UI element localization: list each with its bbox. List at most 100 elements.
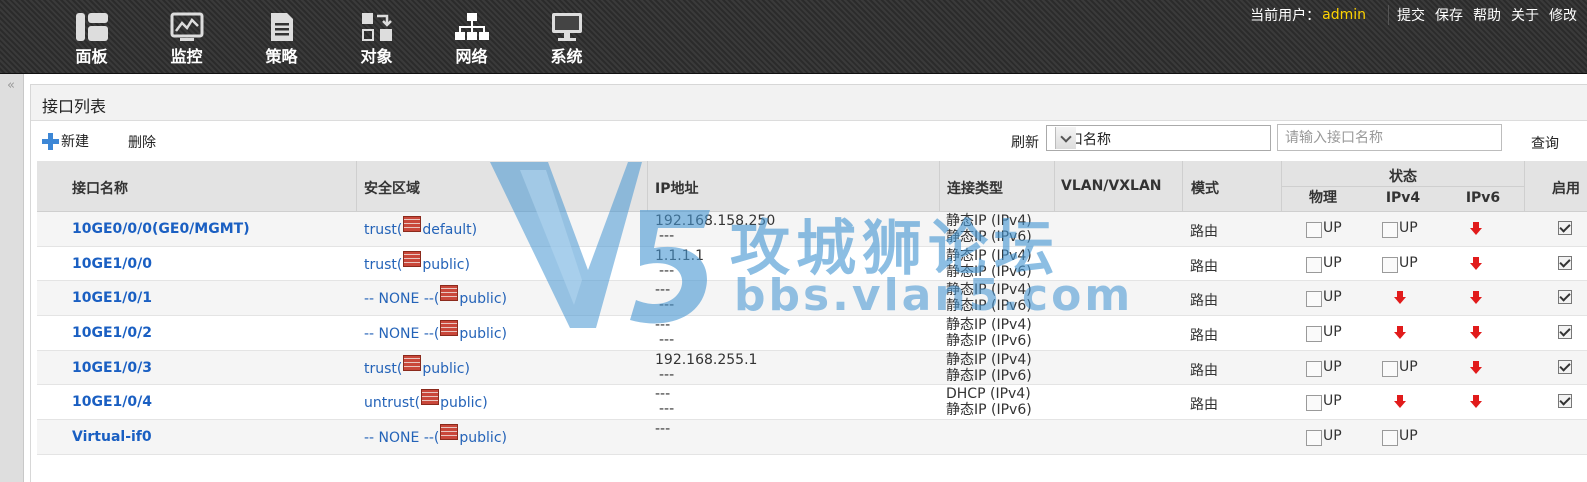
table-row[interactable]: 10GE1/0/3 trust(public) 192.168.255.1 --- 静态…: [37, 350, 1587, 386]
delete-button[interactable]: 删除: [128, 132, 156, 152]
enable-checkbox[interactable]: [1558, 394, 1572, 409]
broken-image-icon: [1306, 291, 1322, 308]
security-zone-link[interactable]: trust(public): [364, 250, 470, 273]
about-link[interactable]: 关于: [1511, 5, 1539, 25]
col-header-ip[interactable]: IP地址: [648, 161, 940, 212]
nav-object[interactable]: 对象: [329, 0, 424, 74]
broken-image-icon: [1306, 256, 1322, 273]
status-ipv4-up: UP: [1382, 220, 1418, 238]
zone-label: trust(: [364, 256, 403, 273]
enable-checkbox[interactable]: [1558, 359, 1572, 374]
commit-link[interactable]: 提交: [1397, 5, 1425, 25]
change-password-link[interactable]: 修改: [1549, 5, 1577, 25]
interface-name-link[interactable]: 10GE1/0/0: [72, 256, 152, 272]
ipv4-address: ---: [655, 421, 671, 438]
status-ipv6-down: [1470, 326, 1482, 340]
virtual-system-icon: [440, 285, 459, 302]
new-button[interactable]: 新建: [42, 131, 89, 151]
table-row[interactable]: 10GE1/0/4 untrust(public) --- --- DHCP (IPv4…: [37, 385, 1587, 421]
vsys-label: public): [440, 395, 488, 412]
security-zone-link[interactable]: untrust(public): [364, 389, 488, 412]
left-sidebar-collapsed: «: [0, 74, 24, 482]
interface-table: 接口名称 安全区域 IP地址 连接类型 VLAN/VXLAN 模式 状态 物理 …: [37, 161, 1587, 455]
status-text: UP: [1399, 428, 1418, 445]
enable-checkbox[interactable]: [1558, 221, 1572, 235]
current-user-label: 当前用户：: [1250, 8, 1321, 24]
status-ipv4-down: [1394, 326, 1406, 340]
table-row[interactable]: 10GE1/0/2 -- NONE --(public) --- --- 静态IP (I…: [37, 316, 1587, 351]
interface-name-link[interactable]: Virtual-if0: [72, 429, 152, 445]
nav-dashboard[interactable]: 面板: [44, 0, 139, 74]
security-zone-link[interactable]: trust(default): [364, 216, 477, 238]
nav-label: 系统: [550, 47, 583, 66]
nav-system[interactable]: 系统: [519, 0, 614, 74]
refresh-button[interactable]: 刷新: [1011, 132, 1039, 152]
table-row[interactable]: Virtual-if0 -- NONE --(public) --- UP UP: [37, 420, 1587, 455]
search-input[interactable]: [1277, 124, 1502, 151]
interface-name-link[interactable]: 10GE1/0/1: [72, 290, 152, 306]
system-icon: [551, 13, 582, 41]
interface-name-link[interactable]: 10GE0/0/0(GE0/MGMT): [72, 221, 250, 237]
status-phys-up: UP: [1306, 289, 1342, 308]
broken-image-icon: [1306, 395, 1322, 412]
col-header-zone[interactable]: 安全区域: [357, 161, 648, 212]
vsys-label: public): [459, 326, 507, 343]
table-row[interactable]: 10GE1/0/1 -- NONE --(public) --- --- 静态IP (I…: [37, 281, 1587, 317]
security-zone-link[interactable]: trust(public): [364, 354, 470, 377]
vsys-label: public): [459, 430, 507, 447]
status-ipv6-down: [1470, 360, 1482, 374]
enable-checkbox[interactable]: [1558, 255, 1572, 270]
table-row[interactable]: 10GE1/0/0 trust(public) 1.1.1.1 --- 静态IP (IP…: [37, 246, 1587, 282]
conn-type-ipv6: 静态IP (IPv6): [946, 229, 1032, 245]
enable-checkbox[interactable]: [1558, 325, 1572, 340]
expand-sidebar-icon[interactable]: «: [7, 78, 15, 93]
col-header-vlan[interactable]: VLAN/VXLAN: [1055, 161, 1183, 212]
interface-name-link[interactable]: 10GE1/0/3: [72, 360, 152, 376]
toolbar: 新建 删除 刷新 接口名称 查询: [31, 121, 1587, 161]
down-arrow-icon: [1470, 326, 1482, 340]
broken-image-icon: [1382, 430, 1398, 447]
security-zone-link[interactable]: -- NONE --(public): [364, 285, 507, 307]
conn-type-ipv4: 静态IP (IPv4): [946, 351, 1032, 368]
nav-label: 网络: [455, 47, 488, 66]
security-zone-link[interactable]: -- NONE --(public): [364, 424, 507, 447]
save-link[interactable]: 保存: [1435, 5, 1463, 25]
interface-name-link[interactable]: 10GE1/0/2: [72, 325, 152, 341]
nav-monitor[interactable]: 监控: [139, 0, 234, 74]
col-header-conn[interactable]: 连接类型: [940, 161, 1055, 212]
broken-image-icon: [1306, 326, 1322, 343]
ipv4-address: 1.1.1.1: [655, 247, 704, 264]
col-header-name[interactable]: 接口名称: [37, 161, 357, 212]
col-header-enable[interactable]: 启用: [1525, 161, 1587, 212]
interface-name-link[interactable]: 10GE1/0/4: [72, 394, 152, 410]
mode-value: 路由: [1190, 328, 1218, 345]
help-link[interactable]: 帮助: [1473, 5, 1501, 25]
down-arrow-icon: [1394, 291, 1406, 305]
virtual-system-icon: [440, 424, 459, 441]
table-row[interactable]: 10GE0/0/0(GE0/MGMT) trust(default) 192.168…: [37, 212, 1587, 247]
conn-type-ipv6: 静态IP (IPv6): [946, 367, 1032, 384]
network-icon: [454, 13, 489, 40]
panel-header: 接口列表: [31, 85, 1587, 121]
enable-checkbox[interactable]: [1558, 290, 1572, 305]
status-phys-up: UP: [1306, 255, 1342, 273]
conn-type-ipv6: 静态IP (IPv6): [946, 402, 1032, 419]
down-arrow-icon: [1394, 395, 1406, 409]
broken-image-icon: [1306, 430, 1322, 447]
query-button[interactable]: 查询: [1531, 133, 1559, 153]
nav-label: 对象: [360, 47, 393, 66]
col-header-label: 状态: [1389, 169, 1417, 185]
nav-policy[interactable]: 策略: [234, 0, 329, 74]
chevron-down-icon: [1055, 127, 1076, 149]
filter-field-select[interactable]: 接口名称: [1046, 125, 1271, 151]
mode-value: 路由: [1190, 258, 1218, 275]
down-arrow-icon: [1470, 395, 1482, 409]
down-arrow-icon: [1470, 222, 1482, 235]
status-phys-up: UP: [1306, 359, 1342, 377]
nav-network[interactable]: 网络: [424, 0, 519, 74]
status-ipv4-down: [1394, 395, 1406, 409]
conn-type-ipv6: 静态IP (IPv6): [946, 263, 1032, 280]
security-zone-link[interactable]: -- NONE --(public): [364, 320, 507, 343]
status-phys-up: UP: [1306, 324, 1342, 343]
col-header-mode[interactable]: 模式: [1183, 161, 1282, 212]
